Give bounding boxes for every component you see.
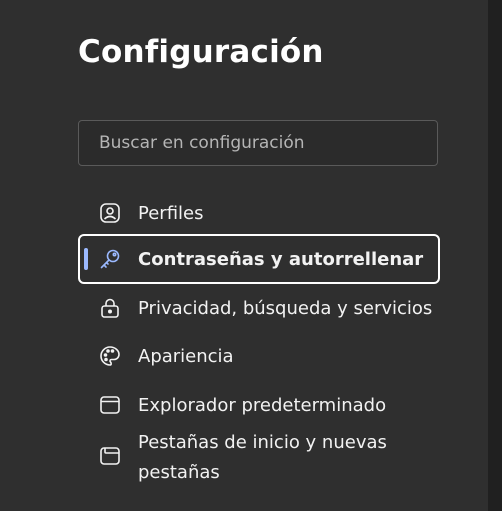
sidebar-item-label: Perfiles <box>138 202 204 224</box>
sidebar-item-label: Explorador predeterminado <box>138 394 387 416</box>
scrollbar-track[interactable] <box>488 0 502 511</box>
sidebar-item-label: Apariencia <box>138 345 234 367</box>
selection-indicator <box>84 248 88 270</box>
settings-panel: Configuración Perfiles Contraseñas y aut… <box>0 0 488 511</box>
palette-icon <box>98 344 122 368</box>
lock-icon <box>98 296 122 320</box>
sidebar-item-privacy[interactable]: Privacidad, búsqueda y servicios <box>78 292 440 324</box>
sidebar-item-label: Privacidad, búsqueda y servicios <box>138 297 433 319</box>
sidebar-item-default-browser[interactable]: Explorador predeterminado <box>78 389 440 421</box>
sidebar-item-appearance[interactable]: Apariencia <box>78 340 440 372</box>
new-tab-icon <box>98 444 122 468</box>
search-input[interactable] <box>97 132 421 154</box>
browser-window-icon <box>98 393 122 417</box>
sidebar-item-profiles[interactable]: Perfiles <box>78 197 440 229</box>
sidebar-item-new-tab[interactable]: Pestañas de inicio y nuevas pestañas <box>78 428 440 490</box>
profile-icon <box>98 201 122 225</box>
page-title: Configuración <box>78 34 324 70</box>
search-box[interactable] <box>78 120 438 166</box>
sidebar-item-passwords[interactable]: Contraseñas y autorrellenar <box>78 234 440 284</box>
key-icon <box>98 247 122 271</box>
sidebar-item-label: Contraseñas y autorrellenar <box>138 248 424 270</box>
sidebar-item-label: Pestañas de inicio y nuevas pestañas <box>138 432 387 483</box>
